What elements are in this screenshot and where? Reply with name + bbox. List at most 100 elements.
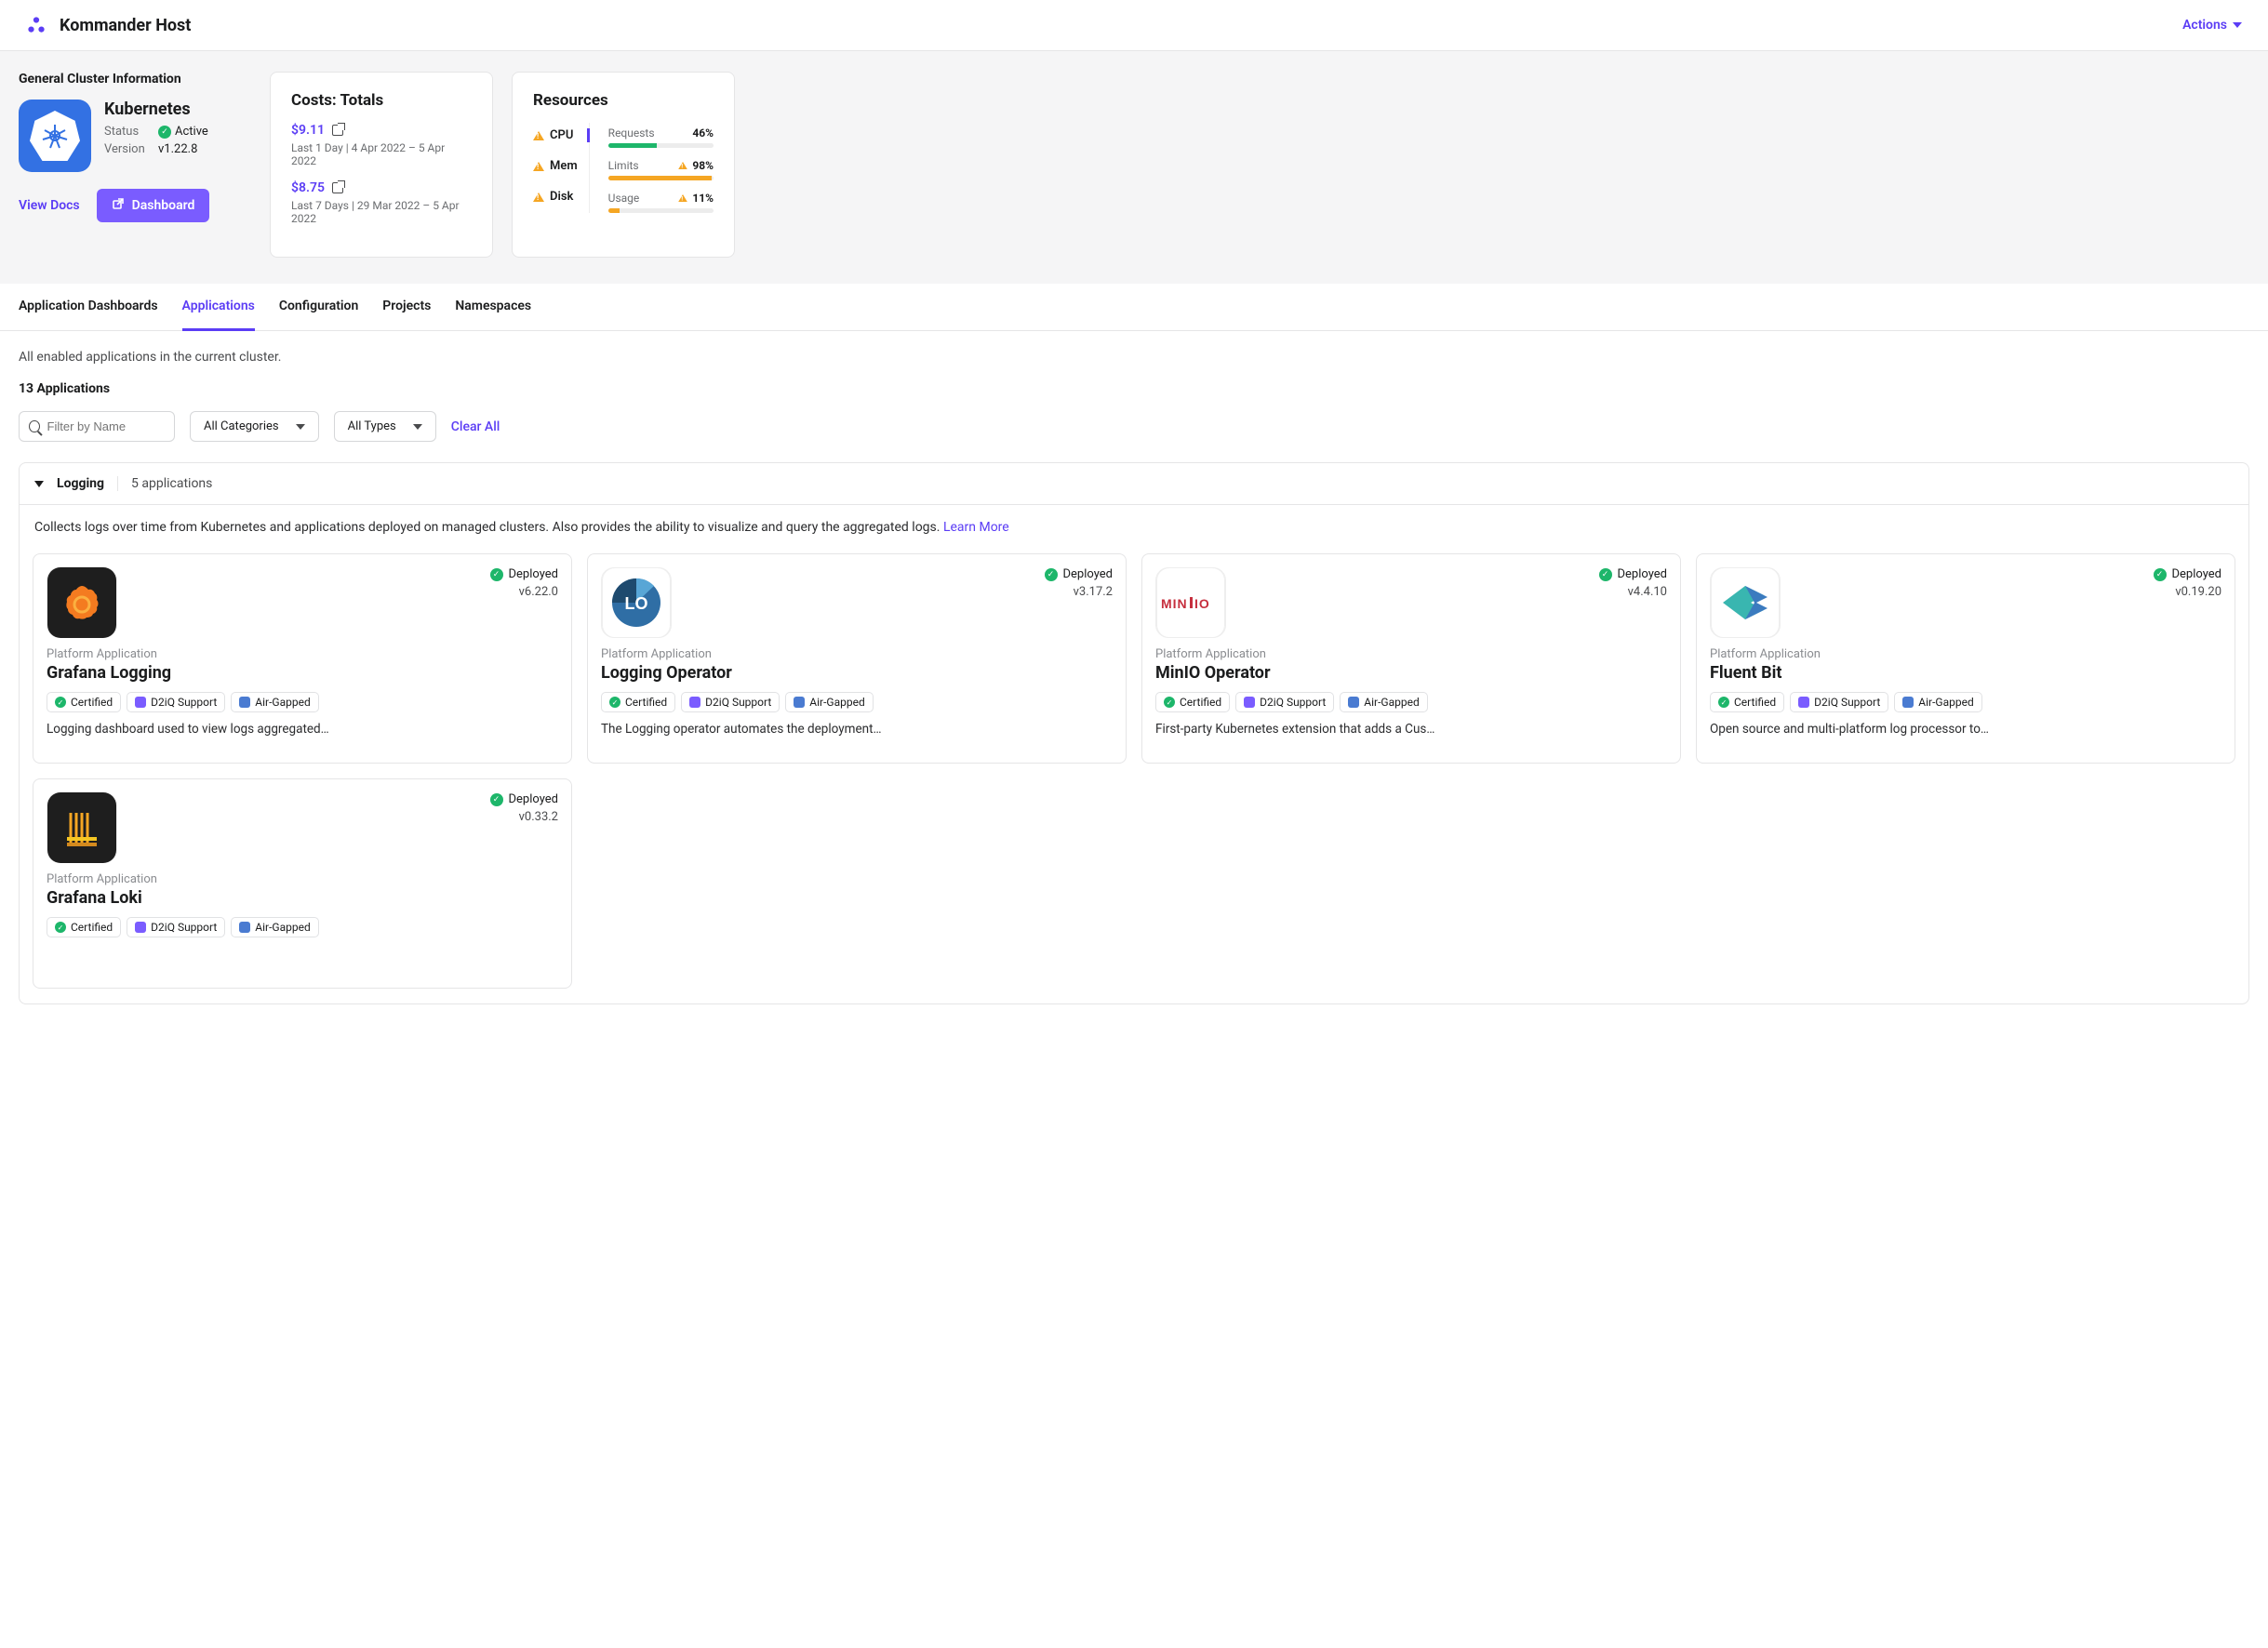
cost-value[interactable]: $8.75 [291,180,472,195]
app-card[interactable]: ✓Deployed v0.19.20 Platform Application … [1696,553,2235,764]
badge-certified: ✓Certified [47,917,121,937]
view-docs-link[interactable]: View Docs [19,198,80,213]
filter-row: All Categories All Types Clear All [19,411,2249,442]
airgapped-icon [239,697,250,708]
app-version: v0.33.2 [519,810,558,824]
app-version: v0.19.20 [2175,585,2221,599]
app-card[interactable]: LO ✓Deployed v3.17.2 Platform Applicatio… [587,553,1127,764]
status-value: Active [175,125,208,139]
cost-value[interactable]: $9.11 [291,123,472,138]
app-version: v4.4.10 [1628,585,1667,599]
tab-applications[interactable]: Applications [182,284,255,331]
group-header[interactable]: Logging 5 applications [20,463,2248,505]
tab-application-dashboards[interactable]: Application Dashboards [19,284,158,330]
external-link-icon [332,125,343,136]
badge-airgapped: Air-Gapped [785,692,873,712]
content: All enabled applications in the current … [0,331,2268,1023]
app-description: Open source and multi-platform log proce… [1710,722,2221,737]
app-version: v3.17.2 [1074,585,1113,599]
tab-configuration[interactable]: Configuration [279,284,358,330]
actions-dropdown[interactable]: Actions [2182,18,2242,33]
resource-tab-mem[interactable]: Mem [533,159,578,173]
support-icon [135,697,146,708]
cluster-meta: Kubernetes Status ✓ Active Version v1.22… [104,100,208,160]
chevron-down-icon [2233,22,2242,28]
app-card[interactable]: ✓Deployed v0.33.2 Platform Application G… [33,778,572,989]
resource-tab-cpu[interactable]: CPU [533,128,590,142]
version-value: v1.22.8 [158,142,197,156]
check-circle-icon: ✓ [1164,697,1175,708]
app-type: Platform Application [1155,647,1667,661]
app-cards-grid: ✓Deployed v6.22.0 Platform Application G… [20,544,2248,1003]
category-select[interactable]: All Categories [190,411,319,442]
status-badge: ✓Deployed [1599,567,1668,581]
caret-down-icon [34,481,44,487]
app-type: Platform Application [601,647,1113,661]
badge-certified: ✓Certified [1710,692,1784,712]
warning-icon [679,162,688,169]
group-description: Collects logs over time from Kubernetes … [20,505,2248,544]
info-band: General Cluster Information Kubernetes S… [0,51,2268,284]
check-circle-icon: ✓ [2154,568,2167,581]
app-name: Grafana Loki [47,888,558,908]
app-type: Platform Application [47,647,558,661]
filter-input-wrap[interactable] [19,411,175,442]
app-card[interactable]: ✓Deployed v6.22.0 Platform Application G… [33,553,572,764]
badge-airgapped: Air-Gapped [231,917,318,937]
group-panel: Logging 5 applications Collects logs ove… [19,462,2249,1004]
app-description: Logging dashboard used to view logs aggr… [47,722,558,737]
airgapped-icon [1902,697,1914,708]
support-icon [1798,697,1809,708]
external-link-icon [332,182,343,193]
resources-card: Resources CPUMemDisk Requests46%Limits98… [512,72,735,258]
brand: Kommander Host [26,15,191,35]
app-card[interactable]: MINIO ✓Deployed v4.4.10 Platform Applica… [1141,553,1681,764]
check-circle-icon: ✓ [1045,568,1058,581]
tab-projects[interactable]: Projects [382,284,431,330]
external-link-icon [112,197,125,214]
costs-title: Costs: Totals [291,91,472,110]
actions-label: Actions [2182,18,2227,33]
learn-more-link[interactable]: Learn More [943,520,1009,535]
tab-namespaces[interactable]: Namespaces [455,284,531,330]
svg-text:IO: IO [1194,596,1210,611]
listing-description: All enabled applications in the current … [19,350,2249,365]
status-badge: ✓Deployed [2154,567,2222,581]
app-name: Fluent Bit [1710,663,2221,683]
check-circle-icon: ✓ [158,126,171,139]
search-icon [29,420,40,432]
filter-input[interactable] [47,419,165,433]
brand-logo-icon [26,15,47,35]
cost-range: Last 7 Days | 29 Mar 2022 – 5 Apr 2022 [291,199,472,225]
badges: ✓Certified D2iQ Support Air-Gapped [47,917,558,937]
metric-limits: Limits98% [608,159,714,180]
resources-title: Resources [533,91,714,110]
badge-airgapped: Air-Gapped [1894,692,1981,712]
version-label: Version [104,142,149,156]
badge-airgapped: Air-Gapped [1340,692,1427,712]
costs-card: Costs: Totals $9.11 Last 1 Day | 4 Apr 20… [270,72,493,258]
support-icon [135,922,146,933]
badges: ✓Certified D2iQ Support Air-Gapped [1155,692,1667,712]
group-name: Logging [57,476,118,491]
app-name: Logging Operator [601,663,1113,683]
metric-usage: Usage11% [608,192,714,213]
clear-all-link[interactable]: Clear All [451,419,500,434]
page-title: Kommander Host [60,16,191,35]
airgapped-icon [794,697,805,708]
dashboard-button[interactable]: Dashboard [97,189,210,222]
badge-certified: ✓Certified [601,692,675,712]
check-circle-icon: ✓ [490,568,503,581]
section-title: General Cluster Information [19,72,251,86]
check-circle-icon: ✓ [609,697,620,708]
badge-support: D2iQ Support [127,917,225,937]
status-badge: ✓Deployed [1045,567,1114,581]
type-select[interactable]: All Types [334,411,436,442]
badges: ✓Certified D2iQ Support Air-Gapped [1710,692,2221,712]
cost-range: Last 1 Day | 4 Apr 2022 – 5 Apr 2022 [291,141,472,167]
badges: ✓Certified D2iQ Support Air-Gapped [47,692,558,712]
tabs: Application Dashboards Applications Config… [0,284,2268,331]
badge-support: D2iQ Support [1790,692,1888,712]
status-label: Status [104,125,149,139]
resource-tab-disk[interactable]: Disk [533,190,578,204]
